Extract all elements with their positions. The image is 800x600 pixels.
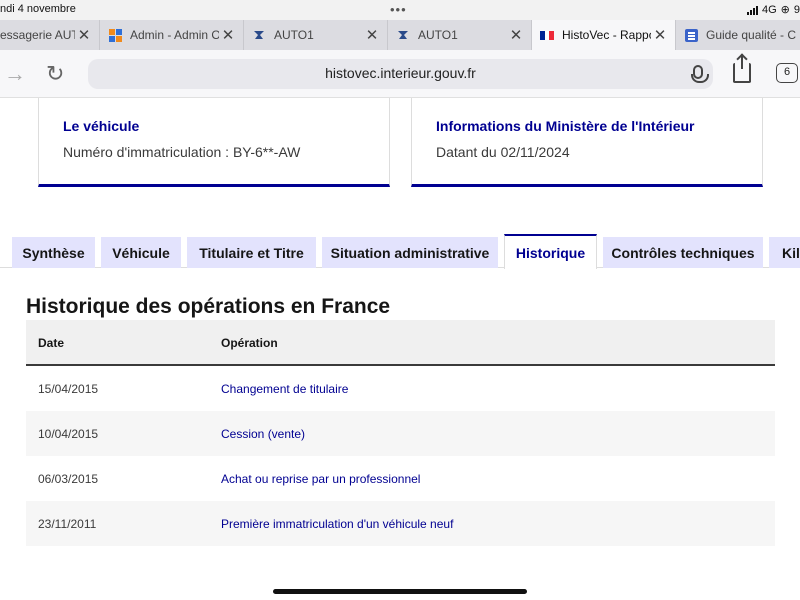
tab-situation-administrative[interactable]: Situation administrative [322, 237, 498, 268]
browser-tab-strip: essagerie AUTO ✕ Admin - Admin O ✕ AUTO1… [0, 20, 800, 50]
row-date: 23/11/2011 [38, 517, 97, 531]
close-icon[interactable]: ✕ [75, 26, 93, 44]
browser-tab-guide[interactable]: Guide qualité - C [676, 20, 800, 50]
row-operation-link[interactable]: Première immatriculation d'un véhicule n… [221, 517, 453, 531]
browser-tab-title: Guide qualité - C [706, 28, 797, 42]
table-row: 10/04/2015 Cession (vente) [26, 411, 775, 456]
ministry-card: Informations du Ministère de l'Intérieur… [411, 98, 763, 187]
browser-tab-title: HistoVec - Rappo [562, 28, 651, 42]
row-operation-link[interactable]: Cession (vente) [221, 427, 305, 441]
tab-vehicule[interactable]: Véhicule [101, 237, 181, 268]
share-icon[interactable] [733, 55, 751, 83]
browser-tab-auto1-2[interactable]: AUTO1 ✕ [388, 20, 532, 50]
home-indicator[interactable] [273, 589, 527, 594]
table-header: Date Opération [26, 320, 775, 366]
browser-tab-title: essagerie AUTO [0, 28, 75, 42]
forward-arrow-icon[interactable]: → [4, 62, 26, 86]
row-date: 15/04/2015 [38, 382, 99, 396]
reload-icon[interactable]: ↻ [46, 62, 64, 86]
auto1-logo-icon [396, 28, 410, 42]
auto1-logo-icon [252, 28, 266, 42]
browser-tab-title: AUTO1 [274, 28, 314, 42]
page-title: Historique des opérations en France [26, 295, 391, 318]
browser-toolbar: → ↻ histovec.interieur.gouv.fr 6 [0, 50, 800, 98]
tab-historique[interactable]: Historique [504, 234, 597, 269]
close-icon[interactable]: ✕ [507, 26, 525, 44]
vehicle-card: Le véhicule Numéro d'immatriculation : B… [38, 98, 390, 187]
battery-label: 9 [793, 3, 800, 16]
browser-tab-histovec[interactable]: HistoVec - Rappo ✕ [532, 20, 676, 50]
row-date: 10/04/2015 [38, 427, 99, 441]
browser-tab-auto1[interactable]: AUTO1 ✕ [244, 20, 388, 50]
table-row: 06/03/2015 Achat ou reprise par un profe… [26, 456, 775, 501]
column-header-date: Date [38, 336, 65, 350]
vehicle-card-title: Le véhicule [63, 118, 140, 134]
document-icon [684, 28, 698, 42]
report-tabs: Synthèse Véhicule Titulaire et Titre Sit… [0, 234, 800, 269]
browser-tab-messaging[interactable]: essagerie AUTO ✕ [0, 20, 100, 50]
network-label: 4G [761, 3, 777, 16]
address-bar[interactable]: histovec.interieur.gouv.fr [88, 59, 713, 89]
location-icon: ⊕ [780, 4, 790, 16]
ministry-card-title: Informations du Ministère de l'Intérieur [436, 118, 695, 134]
tab-synthese[interactable]: Synthèse [12, 237, 95, 268]
admin-grid-icon [108, 28, 122, 42]
ministry-date: Datant du 02/11/2024 [436, 144, 570, 160]
table-row: 15/04/2015 Changement de titulaire [26, 366, 775, 411]
column-header-operation: Opération [221, 336, 278, 350]
close-icon[interactable]: ✕ [363, 26, 381, 44]
row-operation-link[interactable]: Changement de titulaire [221, 382, 348, 396]
microphone-icon[interactable] [691, 65, 709, 83]
tab-kilometrage[interactable]: Kilo [769, 237, 800, 268]
row-date: 06/03/2015 [38, 472, 99, 486]
registration-number: Numéro d'immatriculation : BY-6**-AW [63, 144, 301, 160]
url-text: histovec.interieur.gouv.fr [325, 65, 476, 81]
french-flag-icon [540, 28, 555, 42]
signal-icon [746, 5, 758, 15]
close-icon[interactable]: ✕ [219, 26, 237, 44]
close-icon[interactable]: ✕ [651, 26, 669, 44]
browser-tab-title: Admin - Admin O [130, 28, 219, 42]
browser-tab-admin[interactable]: Admin - Admin O ✕ [100, 20, 244, 50]
history-table: Date Opération 15/04/2015 Changement de … [26, 320, 775, 546]
table-row: 23/11/2011 Première immatriculation d'un… [26, 501, 775, 546]
tab-controles-techniques[interactable]: Contrôles techniques [603, 237, 763, 268]
multitasking-dots-icon[interactable]: ••• [390, 2, 407, 17]
status-bar: ndi 4 novembre ••• 4G ⊕ 9 [0, 0, 800, 20]
status-date: ndi 4 novembre [0, 3, 76, 15]
status-indicators: 4G ⊕ 9 [746, 3, 800, 16]
row-operation-link[interactable]: Achat ou reprise par un professionnel [221, 472, 420, 486]
browser-tab-title: AUTO1 [418, 28, 458, 42]
tab-titulaire-titre[interactable]: Titulaire et Titre [187, 237, 316, 268]
tab-overview-button[interactable]: 6 [776, 63, 798, 83]
